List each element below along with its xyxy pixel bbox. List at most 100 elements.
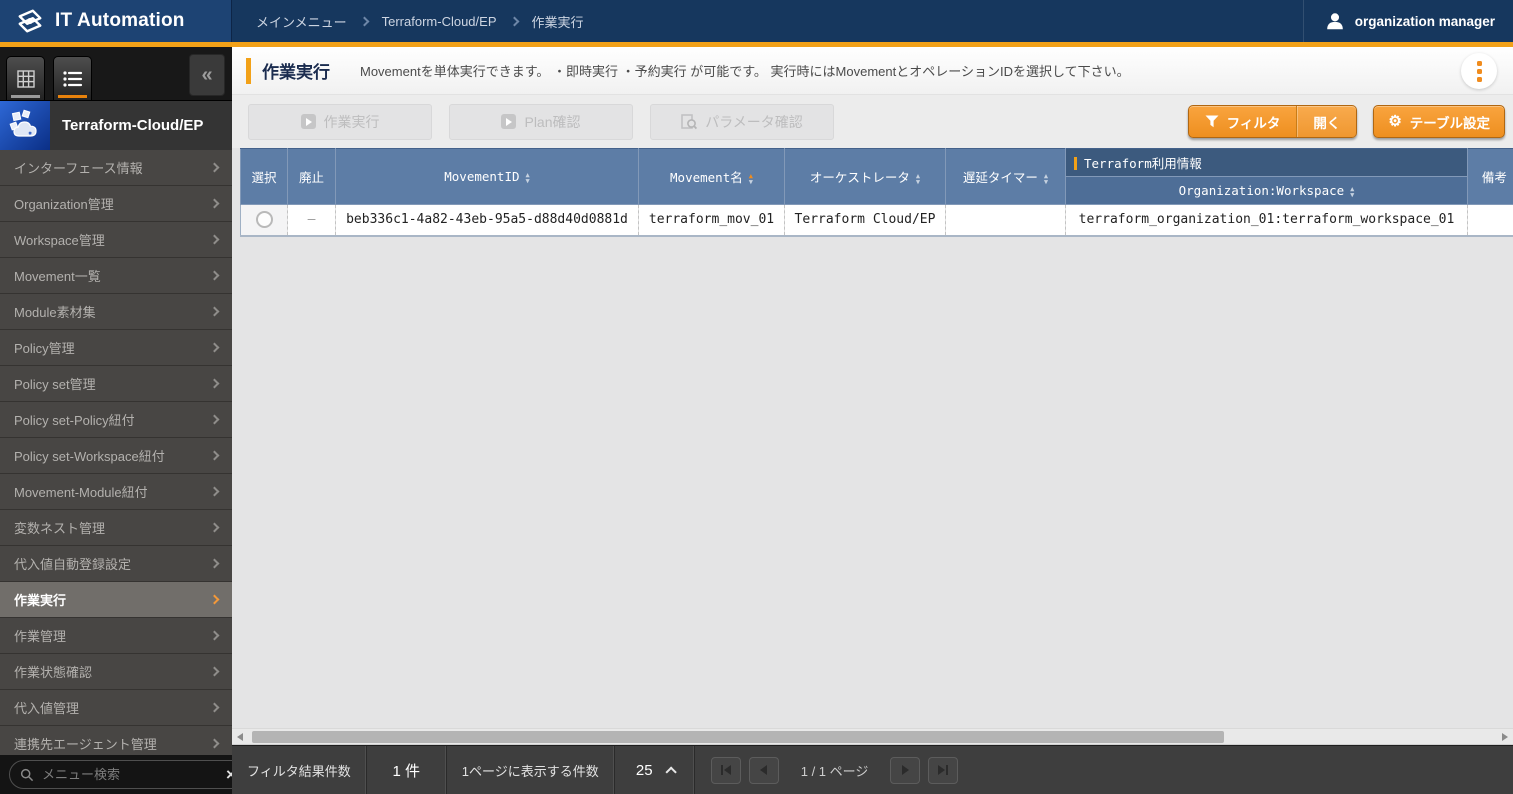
chevron-right-icon (209, 306, 220, 317)
chevron-right-icon (209, 378, 220, 389)
page-description: Movementを単体実行できます。 ・即時実行 ・予約実行 が可能です。 実行… (360, 64, 1130, 79)
sidebar-item-policy-set-workspace-link[interactable]: Policy set-Workspace紐付 (0, 438, 232, 474)
column-header-delay-timer[interactable]: 遅延タイマー ▲ ▼ (945, 148, 1066, 205)
sidebar-item-policy-mgmt[interactable]: Policy管理 (0, 330, 232, 366)
sidebar-item-module-materials[interactable]: Module素材集 (0, 294, 232, 330)
sidebar-item-agent-mgmt[interactable]: 連携先エージェント管理 (0, 726, 232, 755)
sidebar-item-execute-work[interactable]: 作業実行 (0, 582, 232, 618)
sidebar-item-movement-module-link[interactable]: Movement-Module紐付 (0, 474, 232, 510)
sort-icon: ▲ ▼ (1350, 184, 1355, 199)
breadcrumb-workspace[interactable]: Terraform-Cloud/EP (382, 14, 497, 29)
tab-menu-list[interactable] (53, 56, 92, 100)
kebab-dot-icon (1476, 76, 1482, 82)
sidebar-menu: インターフェース情報 Organization管理 Workspace管理 Mo… (0, 150, 232, 755)
chevron-right-icon (509, 16, 519, 26)
sidebar-tabbar: « (0, 47, 232, 100)
chevron-right-icon (209, 342, 220, 353)
main-content: 作業実行 Movementを単体実行できます。 ・即時実行 ・予約実行 が可能で… (232, 47, 1513, 794)
row-discard-cell: — (287, 204, 336, 237)
top-header: IT Automation メインメニュー Terraform-Cloud/EP… (0, 0, 1513, 42)
sidebar-item-variable-nest-mgmt[interactable]: 変数ネスト管理 (0, 510, 232, 546)
chevron-right-icon (209, 486, 220, 497)
group-accent-bar (1074, 157, 1077, 170)
column-header-remarks[interactable]: 備考▲▼ (1467, 148, 1513, 205)
workspace-header: Terraform-Cloud/EP (0, 100, 232, 151)
kebab-dot-icon (1476, 68, 1482, 74)
plan-check-button[interactable]: Plan確認 (449, 103, 633, 140)
column-header-orchestrator[interactable]: オーケストレータ ▲ ▼ (784, 148, 946, 205)
sidebar-item-work-mgmt[interactable]: 作業管理 (0, 618, 232, 654)
pagination-footer: フィルタ結果件数 1 件 1ページに表示する件数 25 1 / 1 ページ (232, 745, 1513, 794)
column-header-organization-workspace[interactable]: Organization:Workspace ▲ ▼ (1065, 176, 1468, 205)
sidebar-item-policy-set-policy-link[interactable]: Policy set-Policy紐付 (0, 402, 232, 438)
search-icon (20, 768, 34, 781)
terraform-workspace-icon (0, 100, 50, 151)
first-page-button[interactable] (710, 756, 741, 784)
column-header-movement-name[interactable]: Movement名 ▲ ▼ (638, 148, 785, 205)
menu-search-box[interactable]: × (9, 760, 247, 789)
app-title: IT Automation (55, 10, 185, 31)
page-info: 1 / 1 ページ (800, 763, 869, 779)
table-settings-button[interactable]: ⚙ テーブル設定 (1373, 105, 1505, 138)
row-delay-timer-cell (945, 204, 1066, 237)
action-toolbar: 作業実行 Plan確認 パラメータ確認 フィルタ 開く ⚙ テーブル設定 (232, 95, 1513, 148)
chevron-right-icon (209, 234, 220, 245)
chevron-right-icon (209, 702, 220, 713)
filter-result-value-cell: 1 件 (367, 746, 447, 794)
sidebar-item-work-status-check[interactable]: 作業状態確認 (0, 654, 232, 690)
row-select-cell (240, 204, 288, 237)
menu-search-area: × (0, 755, 247, 794)
next-page-button[interactable] (890, 756, 921, 784)
scroll-right-icon[interactable] (1502, 733, 1508, 741)
sort-icon: ▲ ▼ (915, 171, 921, 186)
sort-icon-ascending: ▲ ▼ (748, 171, 753, 186)
horizontal-scrollbar[interactable] (232, 728, 1513, 745)
execute-work-button[interactable]: 作業実行 (248, 103, 432, 140)
chevron-right-icon (209, 198, 220, 209)
sidebar-item-substitution-auto-register[interactable]: 代入値自動登録設定 (0, 546, 232, 582)
row-select-radio[interactable] (255, 211, 273, 229)
chevron-right-icon (209, 630, 220, 641)
page-menu-button[interactable] (1461, 53, 1497, 89)
app-logo[interactable]: IT Automation (0, 0, 232, 42)
column-header-movement-id[interactable]: MovementID ▲ ▼ (335, 148, 639, 205)
column-header-select: 選択 (240, 148, 288, 205)
sidebar: « Terraform-Cloud/EP インターフェース情報 Organiza… (0, 47, 247, 794)
breadcrumb-current-page: 作業実行 (531, 14, 584, 30)
sidebar-item-substitution-value-mgmt[interactable]: 代入値管理 (0, 690, 232, 726)
chevron-up-icon (665, 766, 677, 778)
row-movement-id-cell: beb336c1-4a82-43eb-95a5-d88d40d0881d (335, 204, 639, 237)
sidebar-item-workspace-mgmt[interactable]: Workspace管理 (0, 222, 232, 258)
title-accent-bar (246, 57, 251, 84)
sidebar-collapse-button[interactable]: « (189, 54, 225, 96)
scroll-left-icon[interactable] (237, 733, 243, 741)
user-name: organization manager (1354, 13, 1495, 29)
sidebar-item-interface-info[interactable]: インターフェース情報 (0, 150, 232, 186)
filter-open-button[interactable]: 開く (1296, 106, 1357, 137)
chevron-right-icon (359, 16, 370, 26)
scrollbar-thumb[interactable] (252, 731, 1224, 743)
user-menu[interactable]: organization manager (1302, 0, 1513, 42)
chevron-right-icon (209, 738, 220, 749)
movement-table: 選択 廃止 MovementID ▲ ▼ Movement名 ▲ ▼ オーケストレータ ▲… (240, 148, 1513, 237)
gear-icon: ⚙ (1388, 113, 1402, 130)
list-icon (62, 70, 82, 87)
sidebar-item-policy-set-mgmt[interactable]: Policy set管理 (0, 366, 232, 402)
chevron-right-icon (209, 162, 220, 173)
per-page-select[interactable]: 25 (615, 746, 695, 794)
breadcrumb: メインメニュー Terraform-Cloud/EP 作業実行 (232, 0, 1303, 42)
previous-page-button[interactable] (748, 756, 779, 784)
grid-icon (16, 69, 35, 88)
breadcrumb-main-menu[interactable]: メインメニュー (256, 12, 347, 31)
menu-search-input[interactable] (42, 767, 218, 782)
sidebar-item-movement-list[interactable]: Movement一覧 (0, 258, 232, 294)
sort-icon: ▲ ▼ (525, 170, 530, 185)
sidebar-item-organization-mgmt[interactable]: Organization管理 (0, 186, 232, 222)
parameter-check-button[interactable]: パラメータ確認 (650, 103, 834, 140)
chevron-right-icon (209, 666, 220, 677)
tab-dashboard-grid[interactable] (6, 56, 45, 100)
filter-button[interactable]: フィルタ (1189, 106, 1297, 137)
play-icon (501, 114, 517, 129)
last-page-button[interactable] (928, 756, 959, 784)
filter-result-label-cell: フィルタ結果件数 (232, 746, 367, 794)
